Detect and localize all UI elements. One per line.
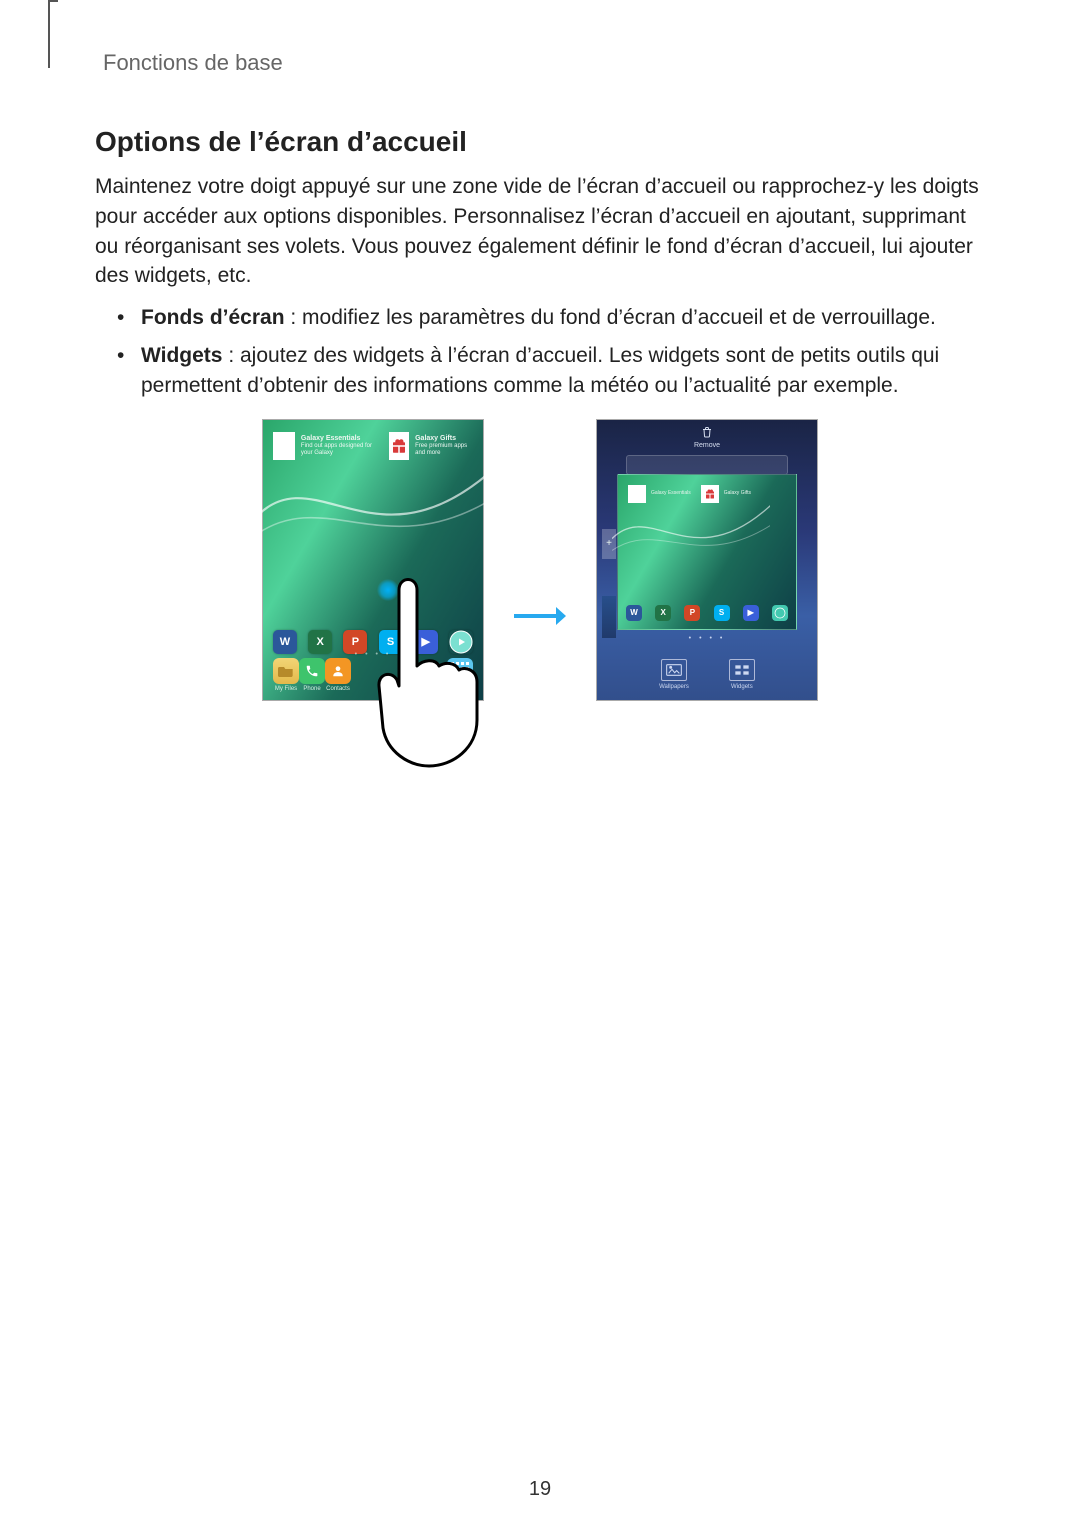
crop-mark-horizontal [48,0,58,2]
home-top-widgets: Galaxy Essentials Find out apps designed… [273,432,473,460]
bullet-rest: : ajoutez des widgets à l’écran d’accuei… [141,344,939,397]
editor-home-bar [626,455,788,475]
editor-action-wallpapers: Wallpapers [659,659,689,690]
page-heading: Options de l’écran d’accueil [95,126,985,158]
contacts-icon [325,658,351,684]
preview-widgets: Galaxy Essentials Galaxy Gifts [628,485,786,503]
intro-paragraph: Maintenez votre doigt appuyé sur une zon… [95,172,985,291]
apps-grid-icon [447,658,473,684]
widget-grid-icon [273,432,295,460]
widget-text: Galaxy Essentials Find out apps designed… [301,435,377,456]
device-editor-screen: Remove + Galaxy Essentials [596,419,818,701]
gift-icon [389,432,410,460]
editor-actions: Wallpapers Widgets [597,659,817,690]
editor-action-widgets: Widgets [729,659,755,690]
app-icon-skype: S [714,605,730,621]
home-panel-preview: + Galaxy Essentials Galaxy Gi [617,474,797,630]
dock-item-apps: Apps [447,658,473,692]
bullet-list: Fonds d’écran : modifiez les paramètres … [95,303,985,400]
bullet-bold: Widgets [141,344,222,367]
crop-mark-vertical [48,0,50,68]
adjacent-panel-peek [602,596,616,638]
home-page-indicator: • • • • [263,651,483,658]
bullet-bold: Fonds d’écran [141,306,285,329]
action-label: Widgets [731,684,753,690]
widget-text: Galaxy Gifts Free premium apps and more [415,435,473,456]
gift-icon [701,485,719,503]
editor-topbar: Remove [597,426,817,475]
trash-icon [597,426,817,440]
widgets-icon [729,659,755,681]
app-icon-music [772,605,788,621]
section-breadcrumb: Fonctions de base [103,50,985,76]
wallpaper-wave [612,499,770,565]
app-icon-video: ▶ [743,605,759,621]
dock-item-myfiles: My Files [273,658,299,692]
dock-item-contacts: Contacts [325,658,351,692]
app-icon-powerpoint: P [684,605,700,621]
wallpaper-wave [257,456,497,556]
action-label: Wallpapers [659,684,689,690]
add-panel-button: + [602,529,616,559]
remove-label: Remove [597,442,817,449]
wallpaper-icon [661,659,687,681]
widget-text: Galaxy Essentials [651,491,691,497]
app-icon-word: W [626,605,642,621]
phone-icon [299,658,325,684]
document-page: Fonctions de base Options de l’écran d’a… [0,0,1080,1527]
dock-item-phone: Phone [299,658,325,692]
folder-icon [273,658,299,684]
preview-app-row: W X P S ▶ [626,605,788,621]
bullet-item: Fonds d’écran : modifiez les paramètres … [95,303,985,333]
page-number: 19 [0,1478,1080,1501]
home-dock: My Files Phone Contacts [273,658,473,692]
arrow-right-icon [512,605,568,632]
widget-grid-icon [628,485,646,503]
widget-text: Galaxy Gifts [724,491,751,497]
device-home-screen: Galaxy Essentials Find out apps designed… [262,419,484,701]
bullet-rest: : modifiez les paramètres du fond d’écra… [285,306,936,329]
widget-galaxy-gifts: Galaxy Gifts Free premium apps and more [389,432,473,460]
widget-galaxy-essentials: Galaxy Essentials Find out apps designed… [273,432,377,460]
app-icon-excel: X [655,605,671,621]
touch-glow-icon [377,579,399,601]
bullet-item: Widgets : ajoutez des widgets à l’écran … [95,341,985,401]
figure-row: Galaxy Essentials Find out apps designed… [95,419,985,701]
editor-page-indicator: • • • • [597,635,817,642]
